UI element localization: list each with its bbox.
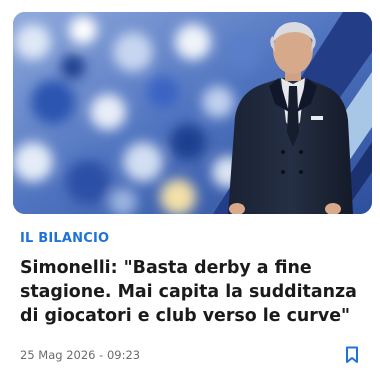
hero-photo — [13, 12, 372, 214]
article-category[interactable]: IL BILANCIO — [20, 231, 109, 246]
news-card[interactable]: IL BILANCIO Simonelli: "Basta derby a fi… — [0, 0, 380, 374]
article-date: 25 Mag 2026 - 09:23 — [20, 348, 141, 362]
article-title[interactable]: Simonelli: "Basta derby a fine stagione.… — [20, 256, 368, 328]
bookmark-icon[interactable] — [344, 346, 360, 364]
article-image[interactable] — [13, 12, 372, 214]
